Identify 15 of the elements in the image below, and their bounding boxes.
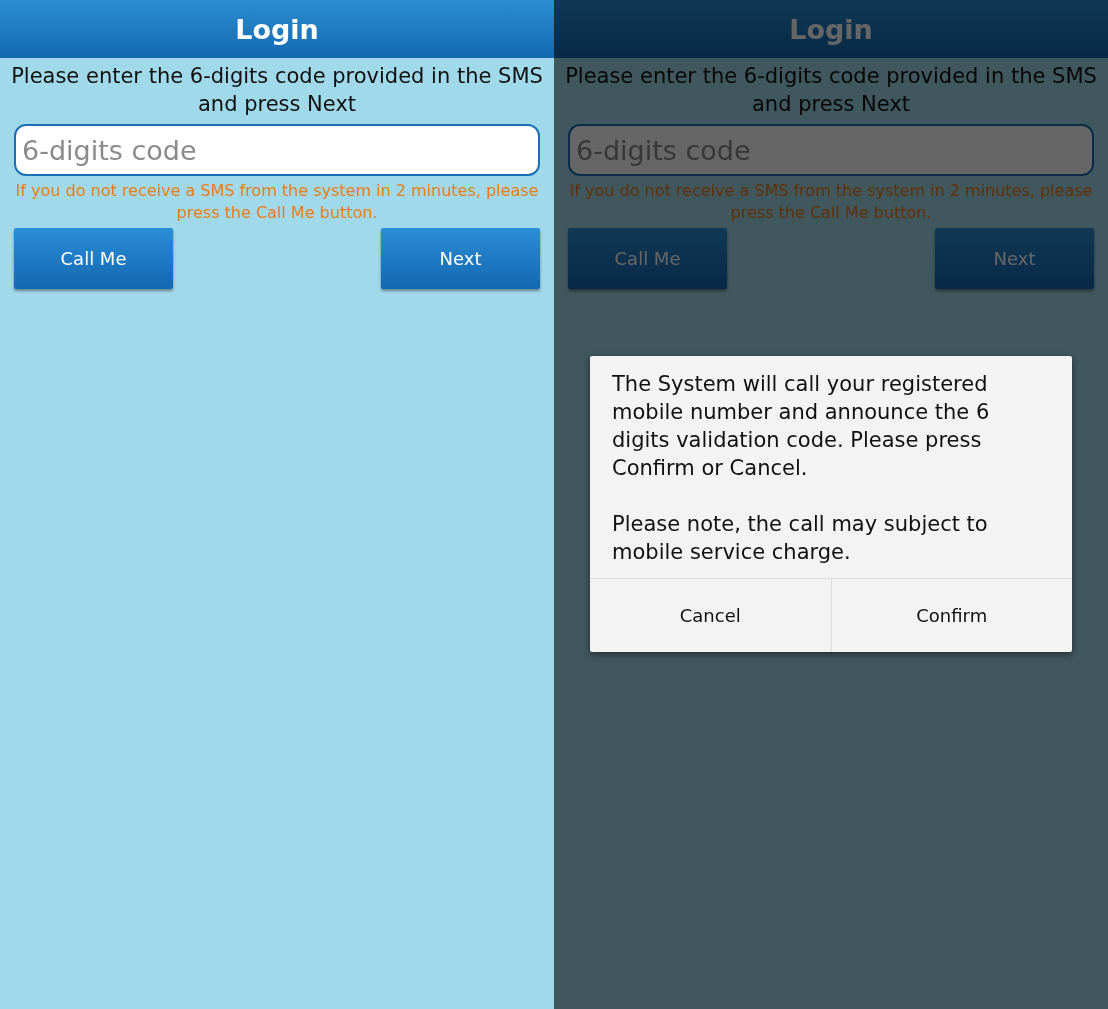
next-button[interactable]: Next	[935, 228, 1094, 289]
screen-title: Login	[789, 13, 873, 45]
dialog-message: The System will call your registered mobile number and announce the 6 digits validation code. Please press Confirm or Cancel.	[612, 371, 991, 482]
hint-text: If you do not receive a SMS from the system in 2 minutes, please press the Call Me button.	[14, 180, 540, 224]
call-me-button[interactable]: Call Me	[14, 228, 173, 289]
screen-title: Login	[235, 13, 319, 45]
next-button[interactable]: Next	[381, 228, 540, 289]
confirm-button[interactable]: Confirm	[830, 579, 1072, 652]
dialog-message: Please note, the call may subject to mobile service charge.	[612, 511, 989, 566]
call-me-button[interactable]: Call Me	[568, 228, 727, 289]
cancel-button[interactable]: Cancel	[590, 579, 831, 652]
code-field[interactable]: 6-digits code	[14, 124, 540, 176]
instruction-text: Please enter the 6-digits code provided in the SMS and press Next	[564, 63, 1098, 118]
instruction-text: Please enter the 6-digits code provided in the SMS and press Next	[10, 63, 544, 118]
hint-text: If you do not receive a SMS from the system in 2 minutes, please press the Call Me button.	[568, 180, 1094, 224]
